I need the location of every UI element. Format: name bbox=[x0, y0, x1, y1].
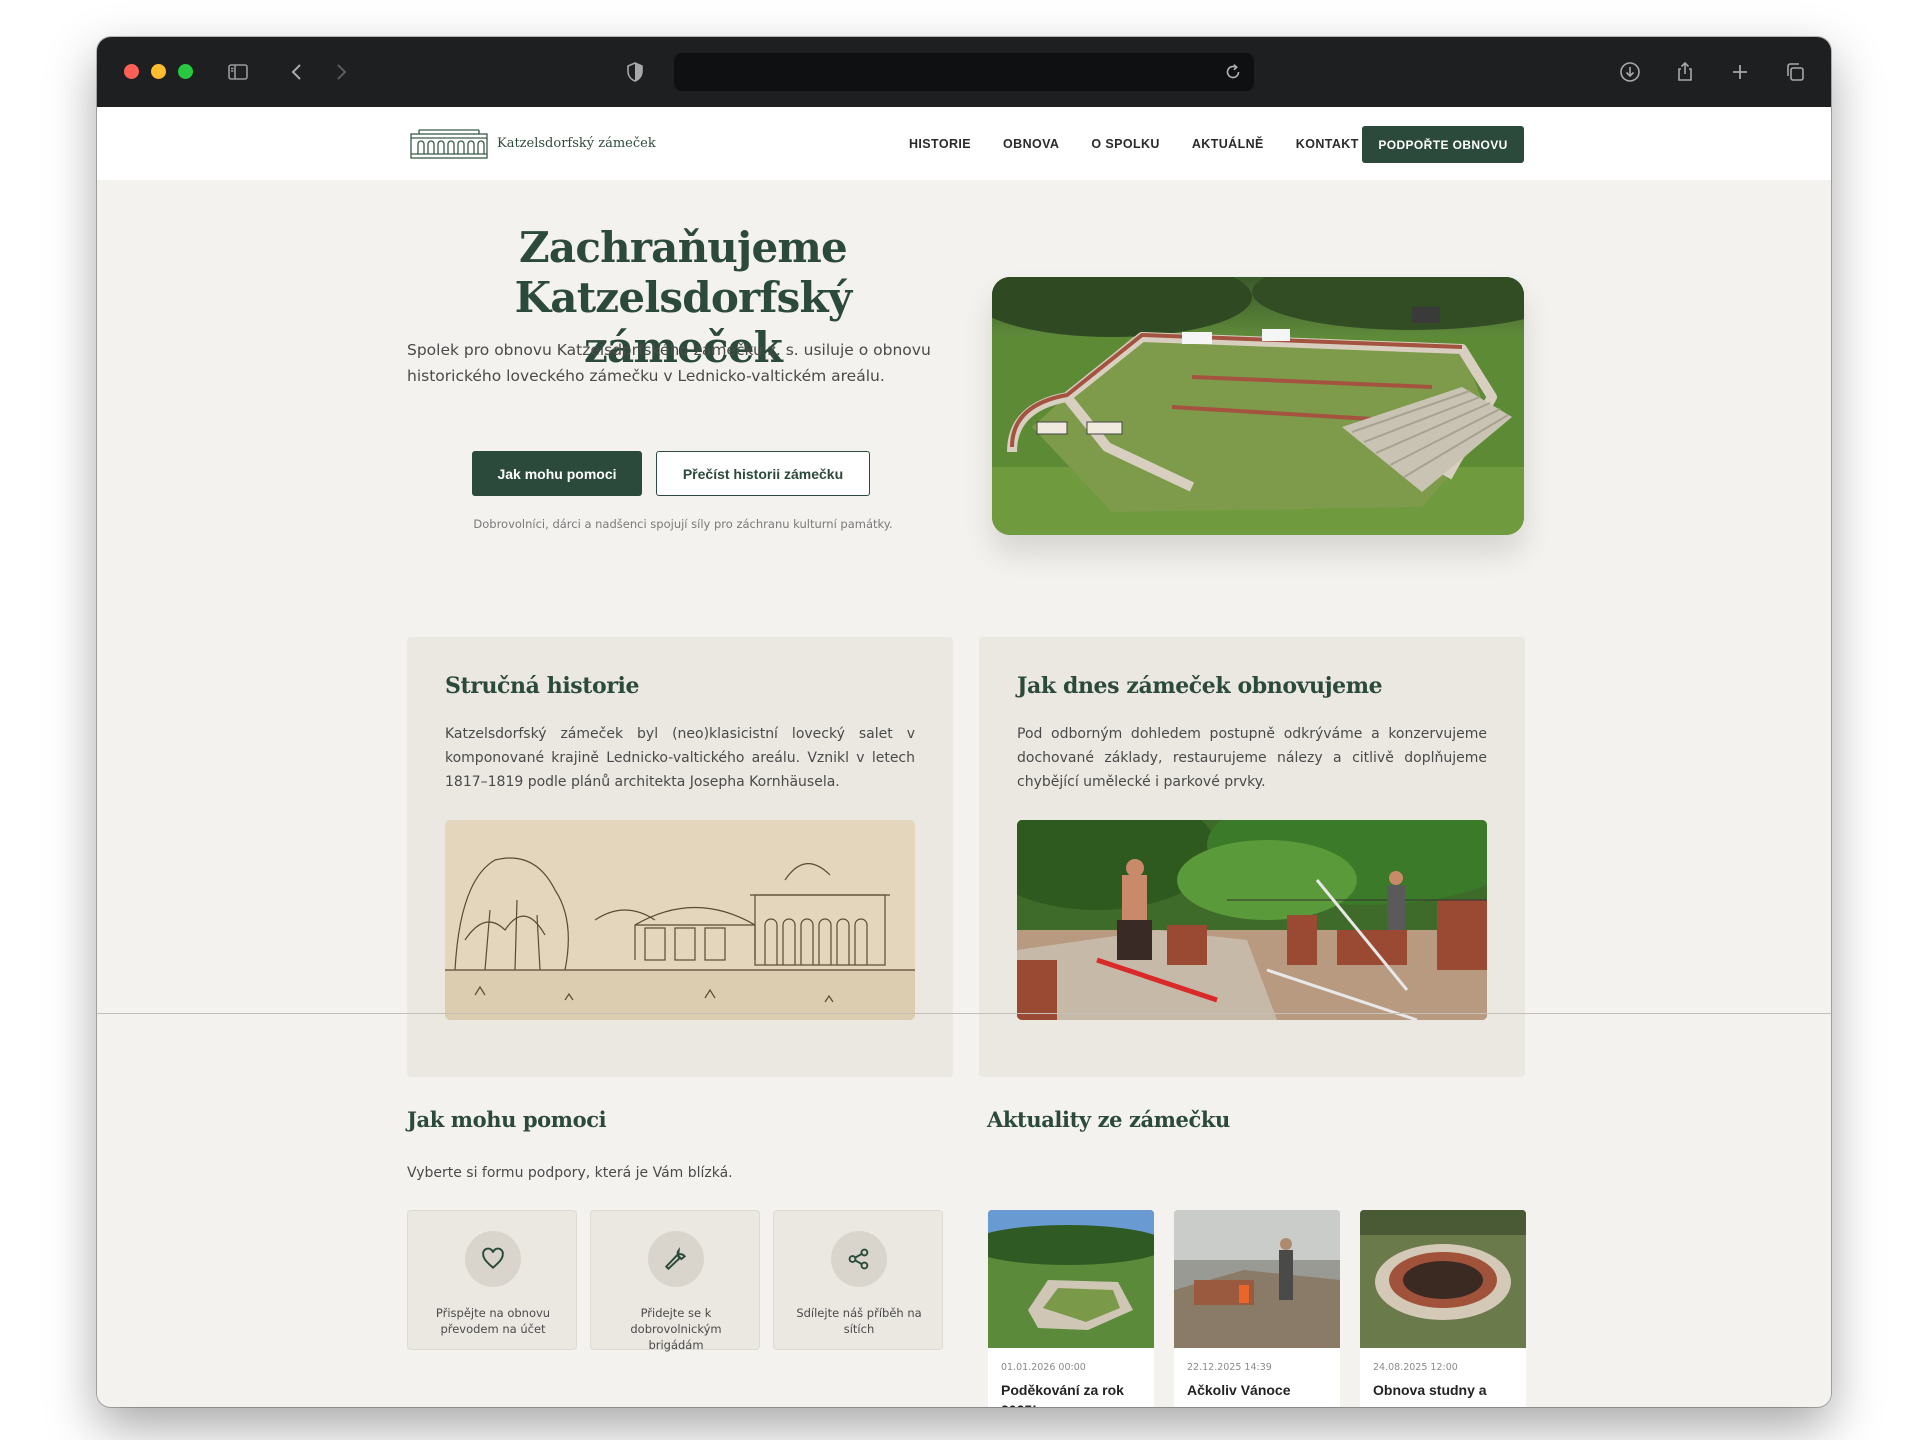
read-history-button[interactable]: Přečíst historii zámečku bbox=[656, 451, 870, 496]
chateau-sketch-image bbox=[445, 820, 915, 1020]
help-section-title: Jak mohu pomoci bbox=[407, 1107, 607, 1132]
minimize-window-button[interactable] bbox=[151, 64, 166, 79]
volunteer-label: Přidejte se k dobrovolnickým brigádám bbox=[630, 1306, 722, 1352]
close-window-button[interactable] bbox=[124, 64, 139, 79]
nav-o-spolku[interactable]: O SPOLKU bbox=[1091, 137, 1159, 151]
hero-note: Dobrovolníci, dárci a nadšenci spojují s… bbox=[473, 517, 893, 531]
restoration-text: Pod odborným dohledem postupně odkrýváme… bbox=[1017, 726, 1487, 790]
hero-description: Spolek pro obnovu Katzelsdorfského zámeč… bbox=[407, 341, 931, 385]
tab-overview-icon[interactable] bbox=[1780, 57, 1810, 87]
support-restoration-button[interactable]: PODPOŘTE OBNOVU bbox=[1362, 126, 1524, 163]
news-item[interactable]: 22.12.2025 14:39 Ačkoliv Vánoce bbox=[1174, 1210, 1340, 1407]
site-header: Katzelsdorfský zámeček HISTORIE OBNOVA O… bbox=[97, 107, 1831, 180]
help-section-subtitle: Vyberte si formu podpory, která je Vám b… bbox=[407, 1165, 733, 1181]
news-thumbnail bbox=[1174, 1210, 1340, 1348]
news-thumbnail bbox=[1360, 1210, 1526, 1348]
news-section-title: Aktuality ze zámečku bbox=[987, 1107, 1230, 1132]
share-label: Sdílejte náš příběh na sítích bbox=[796, 1306, 922, 1336]
reload-icon[interactable] bbox=[1222, 61, 1244, 83]
news-title: Ačkoliv Vánoce bbox=[1187, 1382, 1291, 1398]
news-title: Poděkování za rok 2025! bbox=[1001, 1382, 1124, 1407]
section-divider bbox=[97, 1013, 1831, 1014]
volunteer-icon-circle bbox=[648, 1231, 704, 1287]
wrench-icon bbox=[664, 1246, 687, 1271]
privacy-shield-icon[interactable] bbox=[620, 57, 650, 87]
nav-kontakt[interactable]: KONTAKT bbox=[1296, 137, 1359, 151]
nav-obnova[interactable]: OBNOVA bbox=[1003, 137, 1059, 151]
volunteers-photo bbox=[1017, 820, 1487, 1020]
news-item[interactable]: 01.01.2026 00:00 Poděkování za rok 2025! bbox=[988, 1210, 1154, 1407]
heart-icon bbox=[482, 1247, 504, 1269]
back-icon[interactable] bbox=[282, 57, 312, 87]
hero-title-line-1: Zachraňujeme bbox=[519, 223, 848, 272]
history-text: Katzelsdorfský zámeček byl (neo)klasicis… bbox=[445, 726, 915, 790]
web-page: Katzelsdorfský zámeček HISTORIE OBNOVA O… bbox=[97, 107, 1831, 1407]
downloads-icon[interactable] bbox=[1615, 57, 1645, 87]
restoration-card: Jak dnes zámeček obnovujeme Pod odborným… bbox=[979, 637, 1525, 1077]
restoration-title: Jak dnes zámeček obnovujeme bbox=[1017, 673, 1383, 699]
news-item[interactable]: 24.08.2025 12:00 Obnova studny a bbox=[1360, 1210, 1526, 1407]
new-tab-icon[interactable] bbox=[1725, 57, 1755, 87]
how-can-i-help-button[interactable]: Jak mohu pomoci bbox=[472, 451, 642, 496]
browser-toolbar bbox=[97, 37, 1831, 107]
share-page-icon[interactable] bbox=[1670, 57, 1700, 87]
volunteer-card[interactable]: Přidejte se k dobrovolnickým brigádám bbox=[590, 1210, 760, 1352]
news-thumbnail bbox=[988, 1210, 1154, 1348]
ruins-aerial-photo bbox=[992, 277, 1524, 535]
donate-card[interactable]: Přispějte na obnovu převodem na účet bbox=[407, 1210, 577, 1350]
history-card: Stručná historie Katzelsdorfský zámeček … bbox=[407, 637, 953, 1077]
nav-historie[interactable]: HISTORIE bbox=[909, 137, 971, 151]
news-title: Obnova studny a bbox=[1373, 1382, 1487, 1398]
news-date: 24.08.2025 12:00 bbox=[1373, 1362, 1458, 1373]
site-logo[interactable]: Katzelsdorfský zámeček bbox=[409, 126, 656, 160]
forward-icon[interactable] bbox=[326, 57, 356, 87]
zoom-window-button[interactable] bbox=[178, 64, 193, 79]
donate-icon-circle bbox=[465, 1231, 521, 1287]
browser-window: Katzelsdorfský zámeček HISTORIE OBNOVA O… bbox=[97, 37, 1831, 1407]
logo-text: Katzelsdorfský zámeček bbox=[497, 135, 656, 151]
nav-aktualne[interactable]: AKTUÁLNĚ bbox=[1192, 137, 1264, 151]
sidebar-toggle-icon[interactable] bbox=[223, 57, 253, 87]
news-date: 22.12.2025 14:39 bbox=[1187, 1362, 1272, 1373]
history-title: Stručná historie bbox=[445, 673, 640, 699]
chateau-logo-icon bbox=[410, 129, 488, 159]
news-date: 01.01.2026 00:00 bbox=[1001, 1362, 1086, 1373]
address-bar[interactable] bbox=[674, 53, 1254, 91]
share-icon bbox=[848, 1248, 869, 1270]
donate-label: Přispějte na obnovu převodem na účet bbox=[435, 1306, 551, 1336]
share-icon-circle bbox=[831, 1231, 887, 1287]
share-card[interactable]: Sdílejte náš příběh na sítích bbox=[773, 1210, 943, 1350]
main-navigation: HISTORIE OBNOVA O SPOLKU AKTUÁLNĚ KONTAK… bbox=[909, 107, 1359, 180]
